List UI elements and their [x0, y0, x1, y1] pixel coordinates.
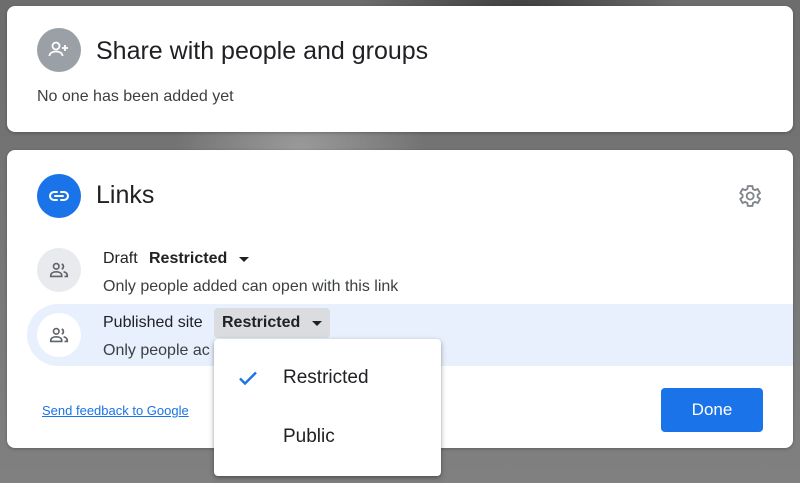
draft-access-dropdown[interactable]: Restricted — [141, 244, 257, 274]
caret-down-icon — [239, 256, 250, 262]
share-empty-text: No one has been added yet — [37, 88, 234, 105]
menu-option-label: Public — [283, 426, 335, 447]
share-card: Share with people and groups No one has … — [7, 6, 793, 132]
people-icon — [37, 313, 81, 357]
links-title: Links — [96, 181, 155, 209]
draft-label: Draft — [103, 250, 138, 267]
draft-access-value: Restricted — [149, 250, 228, 267]
add-person-icon — [37, 28, 81, 72]
link-icon — [37, 174, 81, 218]
check-icon — [239, 371, 257, 386]
gear-icon[interactable] — [735, 182, 763, 210]
caret-down-icon — [312, 320, 323, 326]
send-feedback-link[interactable]: Send feedback to Google — [42, 403, 189, 418]
access-menu: Restricted Public — [214, 339, 441, 476]
draft-description: Only people added can open with this lin… — [103, 278, 399, 295]
menu-option-public[interactable]: Public — [214, 412, 441, 462]
published-label: Published site — [103, 314, 203, 331]
share-title: Share with people and groups — [96, 37, 429, 65]
done-button[interactable]: Done — [661, 388, 763, 432]
people-icon — [37, 248, 81, 292]
menu-option-restricted[interactable]: Restricted — [214, 353, 441, 403]
menu-option-label: Restricted — [283, 367, 369, 388]
published-description: Only people ac — [103, 342, 210, 359]
published-access-dropdown[interactable]: Restricted — [214, 308, 331, 338]
published-access-value: Restricted — [222, 314, 301, 331]
